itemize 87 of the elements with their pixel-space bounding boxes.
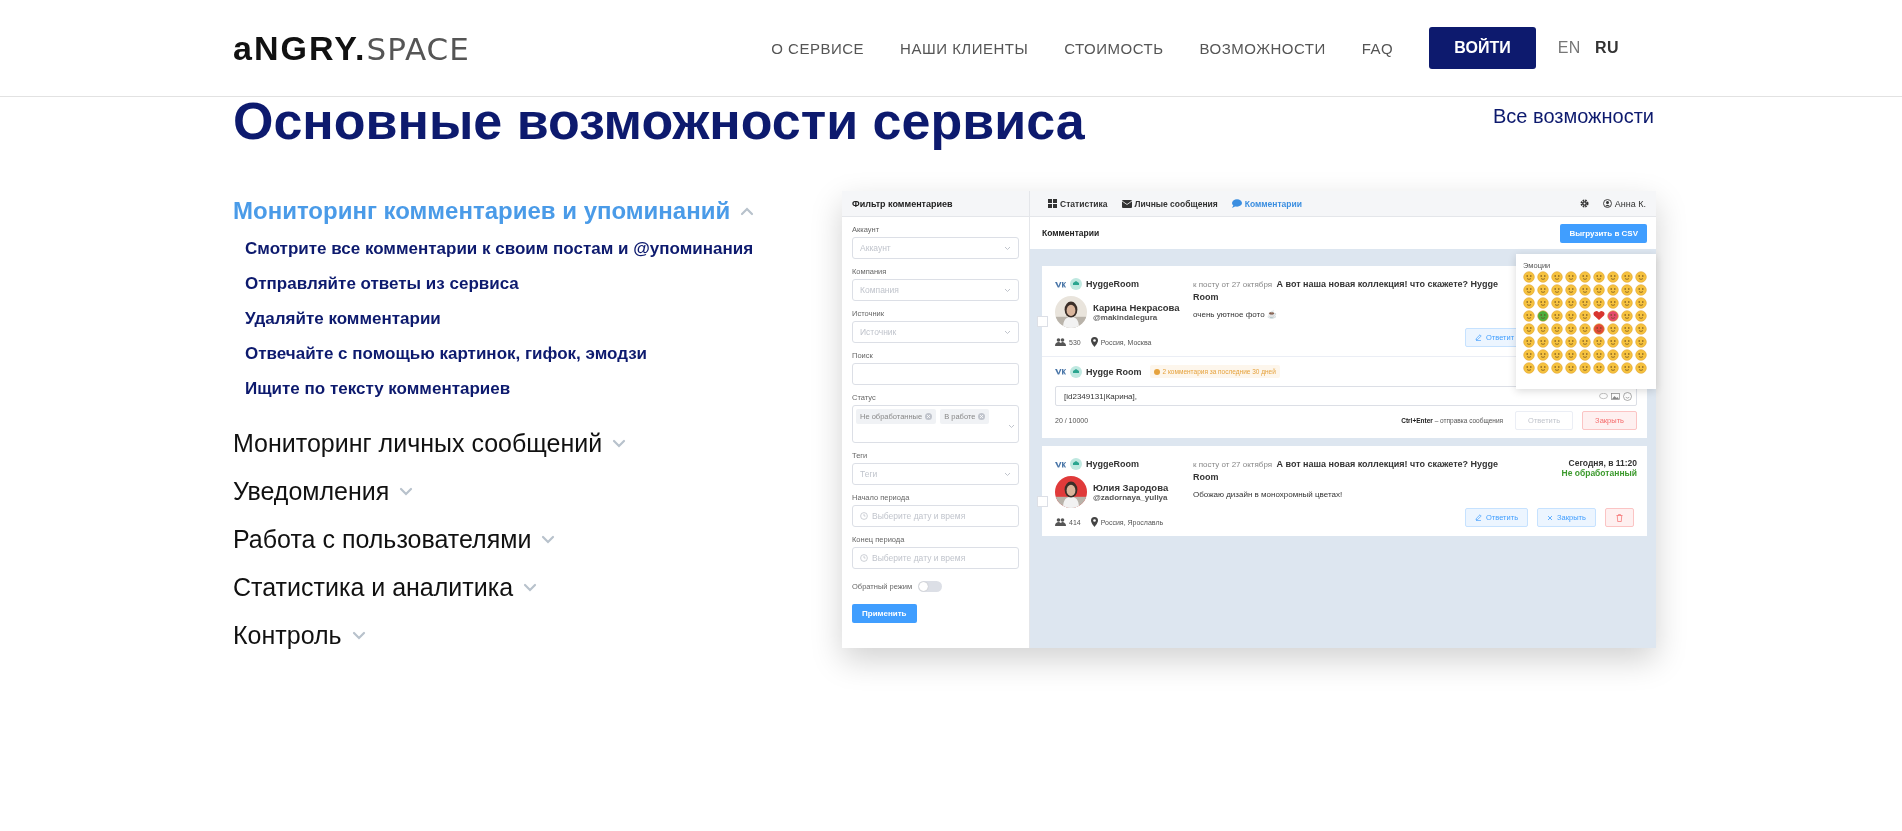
close-icon xyxy=(925,413,933,421)
nav-tab[interactable]: Статистика xyxy=(1048,198,1108,209)
trash-icon xyxy=(1615,513,1623,522)
feature-toggle[interactable]: Контроль xyxy=(233,611,842,660)
pencil-icon xyxy=(1475,514,1482,522)
image-icon[interactable] xyxy=(1611,392,1620,400)
people-icon xyxy=(1055,518,1066,527)
author-name: Юлия Зародова xyxy=(1093,482,1169,494)
chevron-icon xyxy=(1004,329,1011,335)
chevron-icon xyxy=(523,582,538,592)
feature-item: Удаляйте комментарии xyxy=(245,309,442,330)
nav-link[interactable]: СТОИМОСТЬ xyxy=(1064,39,1164,57)
logo-icon xyxy=(1055,460,1066,468)
nav-link[interactable]: НАШИ КЛИЕНТЫ xyxy=(900,39,1029,57)
clock-icon xyxy=(860,554,868,563)
post-heading: к посту от 27 октября А вот наша новая коллекция! что скажете? Hygge Room xyxy=(1193,278,1500,304)
login-button[interactable]: ВОЙТИ xyxy=(1429,27,1536,69)
logo-icon xyxy=(1055,368,1066,376)
nav-link[interactable]: О СЕРВИСЕ xyxy=(771,39,865,57)
people-icon xyxy=(1055,338,1066,347)
chevron-icon xyxy=(1004,287,1011,293)
close-icon xyxy=(1547,514,1554,521)
comment-time: Сегодня, в 11:20 xyxy=(1567,458,1637,469)
feature-item: Ищите по тексту комментариев xyxy=(245,379,512,400)
chevron-icon xyxy=(612,438,627,448)
export-button[interactable]: Выгрузить в CSV xyxy=(1560,223,1647,243)
account-icon xyxy=(1070,278,1082,291)
smiley-icon[interactable] xyxy=(1623,391,1632,401)
section-title: Основные возможности сервиса xyxy=(233,93,1085,151)
chat-icon xyxy=(1231,199,1242,209)
feature-item: Отправляйте ответы из сервиса xyxy=(245,274,520,295)
language-link[interactable]: EN xyxy=(1557,39,1581,57)
checkbox[interactable] xyxy=(1037,496,1048,508)
pin-icon xyxy=(1090,517,1098,528)
nav-link[interactable]: FAQ xyxy=(1361,39,1394,57)
page-title: Комментарии xyxy=(1042,228,1100,239)
user-menu[interactable]: Анна К. xyxy=(1602,198,1646,209)
nav-tab[interactable]: Личные сообщения xyxy=(1121,198,1218,209)
comment-text: Обожаю дизайн в монохромный цветах! xyxy=(1193,489,1344,501)
feature-item: Отвечайте с помощью картинок, гифок, эмодзи xyxy=(245,344,649,365)
clock-icon xyxy=(860,512,868,521)
feature-toggle[interactable]: Статистика и аналитика xyxy=(233,563,842,612)
account-name: HyggeRoom xyxy=(1086,459,1139,470)
close-icon xyxy=(978,413,986,421)
nav-link[interactable]: ВОЗМОЖНОСТИ xyxy=(1199,39,1326,57)
filter-title: Фильтр комментариев xyxy=(842,191,1029,218)
delete-button[interactable] xyxy=(1604,508,1634,528)
feature-toggle[interactable]: Мониторинг личных сообщений xyxy=(233,419,842,468)
grid-icon xyxy=(1048,199,1057,209)
checkbox[interactable] xyxy=(1037,316,1048,328)
author-handle: @makindalegura xyxy=(1093,313,1159,323)
chevron-icon xyxy=(541,534,556,544)
logo-icon xyxy=(1055,280,1066,288)
pencil-icon xyxy=(1475,334,1482,342)
pin-icon xyxy=(1090,337,1098,348)
account-icon xyxy=(1070,365,1082,378)
account-icon xyxy=(1070,458,1082,471)
chat-icon[interactable] xyxy=(1599,392,1608,400)
settings-icon[interactable] xyxy=(1579,199,1589,209)
nav-tab[interactable]: Комментарии xyxy=(1231,198,1302,209)
language-link[interactable]: RU xyxy=(1594,39,1619,57)
feature-toggle[interactable]: Мониторинг комментариев и упоминаний xyxy=(233,191,842,232)
logo[interactable]: aNGRY.SPACE xyxy=(233,28,470,68)
chevron-icon xyxy=(1004,471,1011,477)
feature-item: Смотрите все комментарии к своим постам и @упоминания xyxy=(245,239,755,260)
author-name: Карина Некрасова xyxy=(1093,302,1180,314)
chevron-icon xyxy=(740,206,755,216)
apply-button[interactable]: Применить xyxy=(852,604,917,624)
post-heading: к посту от 27 октября А вот наша новая коллекция! что скажете? Hygge Room xyxy=(1193,458,1500,484)
feature-toggle[interactable]: Работа с пользователями xyxy=(233,515,842,564)
comment-text: очень уютное фото ☕ xyxy=(1193,309,1278,321)
info-icon xyxy=(1153,368,1160,375)
envelope-icon xyxy=(1121,199,1132,208)
comment-status: Не обработанный xyxy=(1560,468,1637,479)
account-name: HyggeRoom xyxy=(1086,279,1139,290)
chevron-icon xyxy=(1008,424,1015,430)
account-name: Hygge Room xyxy=(1086,366,1142,377)
search-field[interactable] xyxy=(852,363,1019,386)
feature-toggle[interactable]: Уведомления xyxy=(233,467,842,516)
chevron-icon xyxy=(399,486,414,496)
all-features-link[interactable]: Все возможности xyxy=(1493,105,1654,128)
chevron-icon xyxy=(351,630,366,640)
toggle-switch[interactable] xyxy=(918,581,943,593)
author-handle: @zadornaya_yuliya xyxy=(1093,493,1169,503)
user-icon xyxy=(1602,199,1612,209)
reply-field[interactable]: [id2349131|Карина], xyxy=(1055,386,1637,407)
chevron-icon xyxy=(1004,245,1011,251)
